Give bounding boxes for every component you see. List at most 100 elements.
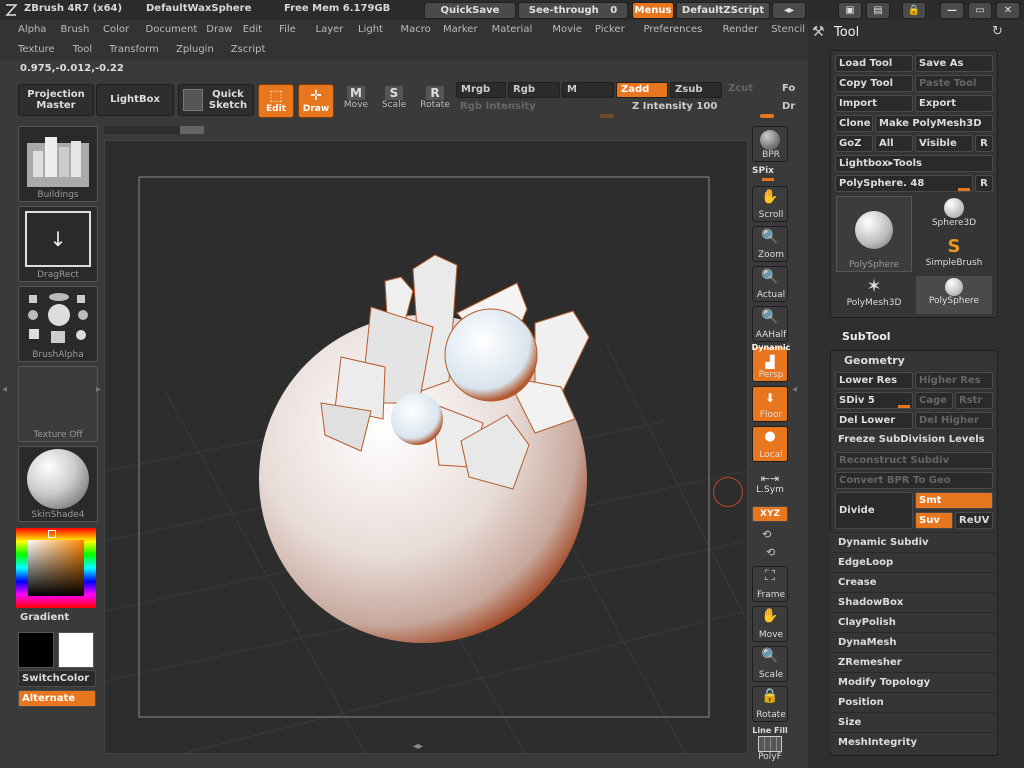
subtool-item-zremesher[interactable]: ZRemesher bbox=[830, 652, 996, 672]
menu-transform[interactable]: Transform bbox=[109, 44, 159, 55]
tool-title[interactable]: Tool bbox=[834, 25, 859, 40]
subtool-item-dynamic-subdiv[interactable]: Dynamic Subdiv bbox=[830, 532, 996, 552]
menu-zplugin[interactable]: Zplugin bbox=[176, 44, 214, 55]
main-color-swatch[interactable] bbox=[18, 632, 54, 668]
menu-tool[interactable]: Tool bbox=[73, 44, 92, 55]
gradient-label[interactable]: Gradient bbox=[20, 612, 69, 623]
copy-tool-button[interactable]: Copy Tool bbox=[835, 75, 913, 92]
subtool-item-position[interactable]: Position bbox=[830, 692, 996, 712]
lightbox-tools-button[interactable]: Lightbox▸Tools bbox=[835, 155, 993, 172]
canvas-right-arrow-icon[interactable]: ◂ bbox=[792, 384, 797, 395]
rotate-y-icon[interactable]: ⟲ bbox=[766, 546, 775, 559]
menu-layer[interactable]: Layer bbox=[316, 24, 344, 35]
menu-stencil[interactable]: Stencil bbox=[771, 24, 805, 35]
scroll-arrows-button[interactable]: ◂▸ bbox=[772, 2, 806, 19]
tool-thumbnail-buildings[interactable]: Buildings bbox=[18, 126, 98, 202]
mrgb-toggle[interactable]: Mrgb bbox=[456, 82, 506, 98]
move-view-button[interactable]: ✋ Move bbox=[752, 606, 788, 642]
tool-refresh-icon[interactable]: ↻ bbox=[992, 24, 1003, 39]
draw-button[interactable]: ✛ Draw bbox=[298, 84, 334, 118]
fo-label[interactable]: Fo bbox=[778, 82, 808, 98]
default-zscript-button[interactable]: DefaultZScript bbox=[676, 2, 770, 19]
secondary-color-swatch[interactable] bbox=[58, 632, 94, 668]
rgb-intensity-slider[interactable]: Rgb Intensity bbox=[456, 100, 616, 116]
spix-slider[interactable]: SPix bbox=[752, 166, 788, 182]
viewport-3d[interactable] bbox=[105, 141, 747, 753]
reuv-button[interactable]: ReUV bbox=[955, 512, 993, 529]
texture-thumbnail[interactable]: Texture Off bbox=[18, 366, 98, 442]
gizmo-circle[interactable] bbox=[713, 477, 743, 507]
rotate-button[interactable]: R Rotate bbox=[418, 84, 452, 118]
del-lower-button[interactable]: Del Lower bbox=[835, 412, 913, 429]
menu-movie[interactable]: Movie bbox=[552, 24, 582, 35]
subtool-item-claypolish[interactable]: ClayPolish bbox=[830, 612, 996, 632]
geometry-header[interactable]: Geometry bbox=[844, 354, 905, 367]
subtool-item-crease[interactable]: Crease bbox=[830, 572, 996, 592]
restore-icon[interactable]: ▭ bbox=[968, 2, 992, 19]
del-higher-button[interactable]: Del Higher bbox=[915, 412, 993, 429]
lsym-button[interactable]: ⇤⇥ L.Sym bbox=[752, 472, 788, 502]
visible-button[interactable]: Visible bbox=[915, 135, 973, 152]
rgb-intensity-handle[interactable] bbox=[600, 114, 614, 118]
r-button-2[interactable]: R bbox=[975, 175, 993, 192]
scale-view-button[interactable]: 🔍 Scale bbox=[752, 646, 788, 682]
rotate-z-icon[interactable]: ⟲ bbox=[762, 528, 771, 541]
menu-marker[interactable]: Marker bbox=[443, 24, 478, 35]
projection-master-button[interactable]: Projection Master bbox=[18, 84, 94, 116]
linefill-button[interactable]: Line Fill PolyF bbox=[752, 726, 788, 766]
rotate-view-button[interactable]: 🔒 Rotate bbox=[752, 686, 788, 722]
zcut-toggle[interactable]: Zcut bbox=[724, 82, 776, 98]
scale-button[interactable]: S Scale bbox=[378, 84, 410, 118]
menu-draw[interactable]: Draw bbox=[206, 24, 232, 35]
menu-picker[interactable]: Picker bbox=[595, 24, 625, 35]
cage-button[interactable]: Cage bbox=[915, 392, 953, 409]
xyz-button[interactable]: XYZ bbox=[752, 506, 788, 522]
tool-thumb-sphere3d[interactable]: Sphere3D bbox=[916, 196, 992, 234]
menu-brush[interactable]: Brush bbox=[61, 24, 90, 35]
alternate-button[interactable]: Alternate bbox=[18, 690, 96, 707]
load-tool-button[interactable]: Load Tool bbox=[835, 55, 913, 72]
goz-button[interactable]: GoZ bbox=[835, 135, 873, 152]
polysphere-slider-handle[interactable] bbox=[958, 188, 970, 191]
tool-thumb-polymesh3d[interactable]: ✶ PolyMesh3D bbox=[836, 276, 912, 314]
color-picker[interactable] bbox=[16, 528, 96, 608]
left-shelf-arrow-icon[interactable]: ◂ bbox=[2, 384, 7, 395]
save-as-button[interactable]: Save As bbox=[915, 55, 993, 72]
menu-light[interactable]: Light bbox=[358, 24, 383, 35]
sdiv-handle[interactable] bbox=[898, 405, 910, 408]
layout-icon[interactable]: ▣ bbox=[838, 2, 862, 19]
higher-res-button[interactable]: Higher Res bbox=[915, 372, 993, 389]
subtool-header[interactable]: SubTool bbox=[842, 330, 891, 343]
subtool-item-size[interactable]: Size bbox=[830, 712, 996, 732]
polysphere-slider[interactable]: PolySphere. 48 bbox=[835, 175, 973, 192]
menu-alpha[interactable]: Alpha bbox=[18, 24, 46, 35]
lightbox-button[interactable]: LightBox bbox=[96, 84, 174, 116]
material-thumbnail-skinshade[interactable]: SkinShade4 bbox=[18, 446, 98, 522]
color-picker-square[interactable] bbox=[28, 540, 84, 596]
color-picker-marker[interactable] bbox=[48, 530, 56, 538]
move-button[interactable]: M Move bbox=[340, 84, 372, 118]
all-button[interactable]: All bbox=[875, 135, 913, 152]
minimize-icon[interactable]: — bbox=[940, 2, 964, 19]
menu-color[interactable]: Color bbox=[103, 24, 129, 35]
subtool-item-edgeloop[interactable]: EdgeLoop bbox=[830, 552, 996, 572]
menu-file[interactable]: File bbox=[279, 24, 296, 35]
reconstruct-subdiv-button[interactable]: Reconstruct Subdiv bbox=[835, 452, 993, 469]
spix-handle[interactable] bbox=[762, 178, 774, 181]
edit-button[interactable]: ⬚ Edit bbox=[258, 84, 294, 118]
menu-document[interactable]: Document bbox=[146, 24, 198, 35]
lock-icon[interactable]: 🔒 bbox=[902, 2, 926, 19]
rgb-toggle[interactable]: Rgb bbox=[508, 82, 560, 98]
export-button[interactable]: Export bbox=[915, 95, 993, 112]
menu-preferences[interactable]: Preferences bbox=[644, 24, 703, 35]
tool-thumb-polysphere-small[interactable]: PolySphere bbox=[916, 276, 992, 314]
zadd-toggle[interactable]: Zadd bbox=[616, 82, 668, 98]
paste-tool-button[interactable]: Paste Tool bbox=[915, 75, 993, 92]
subtool-item-meshintegrity[interactable]: MeshIntegrity bbox=[830, 732, 996, 752]
actual-button[interactable]: 🔍 Actual bbox=[752, 266, 788, 302]
divide-button[interactable]: Divide bbox=[835, 492, 913, 529]
convert-bpr-button[interactable]: Convert BPR To Geo bbox=[835, 472, 993, 489]
scroll-button[interactable]: ✋ Scroll bbox=[752, 186, 788, 222]
subtool-item-dynamesh[interactable]: DynaMesh bbox=[830, 632, 996, 652]
local-button[interactable]: ● Local bbox=[752, 426, 788, 462]
